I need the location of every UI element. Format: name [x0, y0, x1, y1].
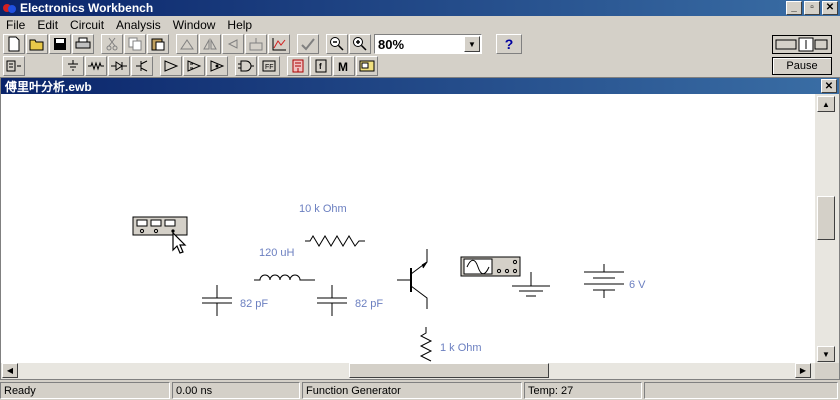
capacitor-c1[interactable]	[202, 285, 232, 316]
svg-text:f: f	[319, 62, 322, 71]
scroll-right-icon[interactable]: ▶	[795, 363, 811, 378]
rotate-icon[interactable]	[176, 34, 198, 54]
new-file-icon[interactable]	[3, 34, 25, 54]
power-switch-icon	[775, 37, 828, 52]
scroll-left-icon[interactable]: ◀	[2, 363, 18, 378]
resistor-r1-label: 10 k Ohm	[299, 203, 347, 215]
print-icon[interactable]	[72, 34, 94, 54]
open-folder-icon[interactable]	[26, 34, 48, 54]
resistor-r2-label: 1 k Ohm	[440, 342, 482, 354]
circuit-schematic: 10 k Ohm 120 uH 82 pF 82 pF 6 V 1 k Ohm	[132, 203, 646, 398]
pause-label: Pause	[786, 60, 818, 72]
capacitor-c2-label: 82 pF	[355, 298, 383, 310]
zoom-out-icon[interactable]	[326, 34, 348, 54]
inductor-l1[interactable]	[254, 274, 315, 281]
scroll-corner	[815, 363, 839, 379]
help-icon: ?	[504, 36, 514, 52]
transistor-q1[interactable]	[397, 249, 428, 309]
chevron-down-icon[interactable]: ▼	[464, 36, 480, 52]
document-close-button[interactable]: ✕	[821, 79, 837, 93]
svg-text:M: M	[338, 60, 348, 73]
main-toolbar: 80% ▼ ?	[0, 33, 840, 55]
function-generator[interactable]	[132, 216, 188, 236]
digital-ics-bin-icon[interactable]	[206, 56, 228, 76]
diodes-bin-icon[interactable]	[108, 56, 130, 76]
menu-help[interactable]: Help	[221, 18, 258, 32]
menu-bar: File Edit Circuit Analysis Window Help	[0, 16, 840, 33]
resistor-r2[interactable]	[419, 327, 433, 362]
document-title: 傅里叶分析.ewb	[5, 79, 92, 94]
controls-bin-icon[interactable]: f	[310, 56, 332, 76]
miscellaneous-bin-icon[interactable]: M	[333, 56, 355, 76]
horizontal-scrollbar[interactable]: ◀ ▶	[1, 363, 815, 379]
circuit-canvas[interactable]: 10 k Ohm 120 uH 82 pF 82 pF 6 V 1 k Ohm	[1, 94, 815, 398]
vertical-scroll-thumb[interactable]	[817, 196, 835, 240]
digital-bin-icon[interactable]: FF	[258, 56, 280, 76]
scroll-down-icon[interactable]: ▼	[817, 346, 835, 362]
flip-vertical-icon[interactable]	[222, 34, 244, 54]
cut-icon[interactable]	[101, 34, 123, 54]
horizontal-scroll-thumb[interactable]	[349, 363, 549, 378]
analog-ics-bin-icon[interactable]	[160, 56, 182, 76]
paste-icon[interactable]	[147, 34, 169, 54]
app-title-bar: Electronics Workbench _ ▫ ✕	[0, 0, 840, 16]
minimize-button[interactable]: _	[786, 1, 802, 15]
maximize-button[interactable]: ▫	[804, 1, 820, 15]
menu-analysis[interactable]: Analysis	[110, 18, 167, 32]
zoom-value: 80%	[378, 36, 405, 52]
status-bar: Ready 0.00 ns Function Generator Temp: 2…	[0, 382, 840, 400]
oscilloscope[interactable]	[460, 256, 521, 277]
sources-bin-icon[interactable]	[62, 56, 84, 76]
status-selection: Function Generator	[302, 382, 522, 399]
power-switch[interactable]	[772, 35, 832, 54]
component-properties-icon[interactable]	[297, 34, 319, 54]
parts-toolbar: FF f M	[0, 55, 840, 77]
menu-edit[interactable]: Edit	[31, 18, 64, 32]
subcircuit-icon[interactable]	[245, 34, 267, 54]
transistors-bin-icon[interactable]	[131, 56, 153, 76]
document-window: 傅里叶分析.ewb ✕ 10 k Ohm 120 uH 82 pF 82 pF …	[0, 77, 840, 398]
battery-6v[interactable]	[584, 264, 624, 298]
status-state: Ready	[0, 382, 170, 399]
flip-horizontal-icon[interactable]	[199, 34, 221, 54]
document-title-bar: 傅里叶分析.ewb ✕	[1, 78, 839, 94]
scroll-up-icon[interactable]: ▲	[817, 96, 835, 112]
close-button[interactable]: ✕	[822, 1, 838, 15]
vertical-scrollbar[interactable]: ▲ ▼	[815, 94, 839, 364]
indicators-bin-icon[interactable]	[287, 56, 309, 76]
inductor-l1-label: 120 uH	[259, 247, 295, 259]
menu-file[interactable]: File	[0, 18, 31, 32]
copy-icon[interactable]	[124, 34, 146, 54]
instruments-bin-icon[interactable]	[356, 56, 378, 76]
help-button[interactable]: ?	[496, 34, 522, 54]
mixed-ics-bin-icon[interactable]	[183, 56, 205, 76]
battery-label: 6 V	[629, 279, 646, 291]
basic-bin-icon[interactable]	[85, 56, 107, 76]
status-extra	[644, 382, 838, 399]
app-title: Electronics Workbench	[20, 1, 154, 15]
menu-window[interactable]: Window	[167, 18, 222, 32]
resistor-r1[interactable]	[305, 235, 365, 247]
capacitor-c2[interactable]	[317, 285, 347, 316]
pause-button[interactable]: Pause	[772, 57, 832, 75]
favorites-bin-icon[interactable]	[3, 56, 25, 76]
menu-circuit[interactable]: Circuit	[64, 18, 110, 32]
zoom-in-icon[interactable]	[349, 34, 371, 54]
mouse-cursor-icon	[172, 231, 187, 254]
zoom-select[interactable]: 80% ▼	[374, 34, 482, 54]
save-icon[interactable]	[49, 34, 71, 54]
app-icon	[3, 2, 17, 14]
graph-icon[interactable]	[268, 34, 290, 54]
svg-text:FF: FF	[265, 64, 274, 71]
capacitor-c1-label: 82 pF	[240, 298, 268, 310]
status-temp: Temp: 27	[524, 382, 642, 399]
status-time: 0.00 ns	[172, 382, 300, 399]
logic-gates-bin-icon[interactable]	[235, 56, 257, 76]
